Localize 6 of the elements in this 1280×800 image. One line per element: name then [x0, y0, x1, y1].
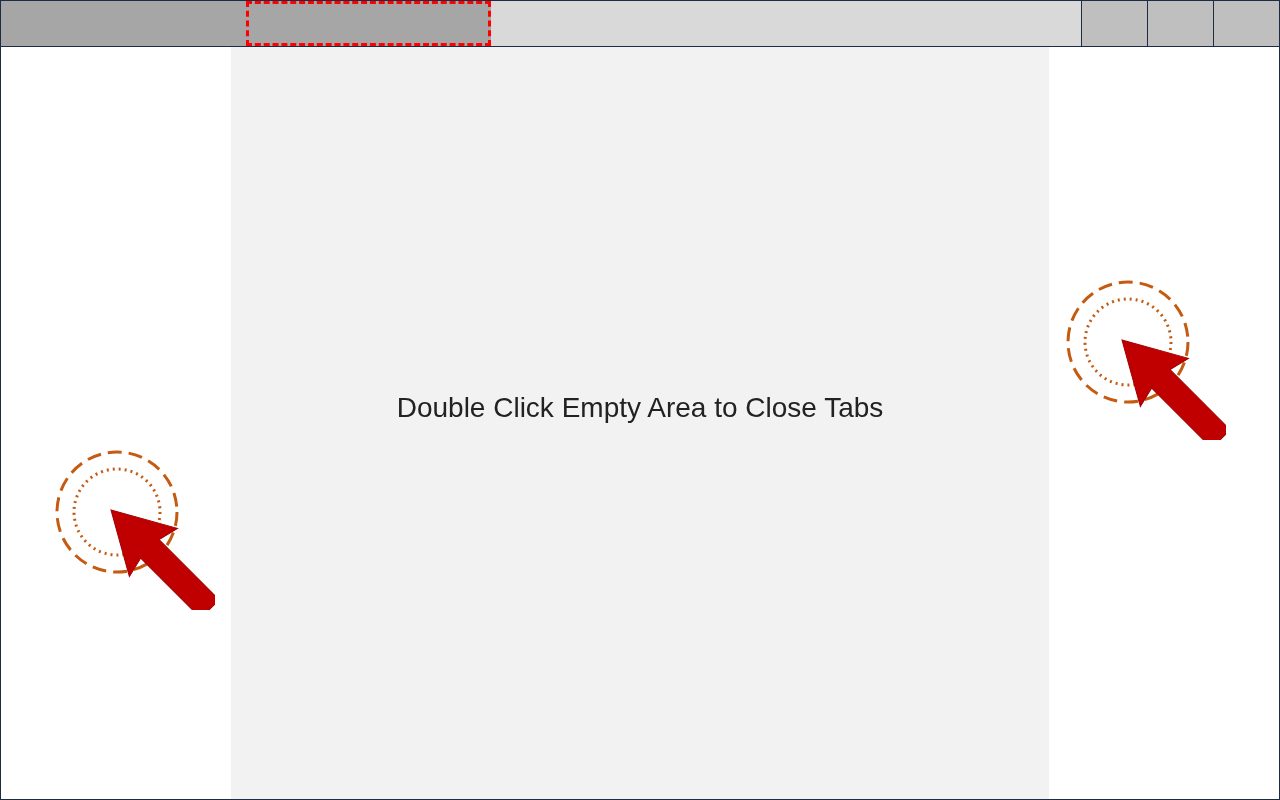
maximize-button[interactable] [1147, 1, 1213, 46]
close-button[interactable] [1213, 1, 1279, 46]
instruction-text: Double Click Empty Area to Close Tabs [396, 391, 884, 425]
tab[interactable] [246, 1, 491, 46]
tab[interactable] [1, 1, 246, 46]
minimize-button[interactable] [1081, 1, 1147, 46]
